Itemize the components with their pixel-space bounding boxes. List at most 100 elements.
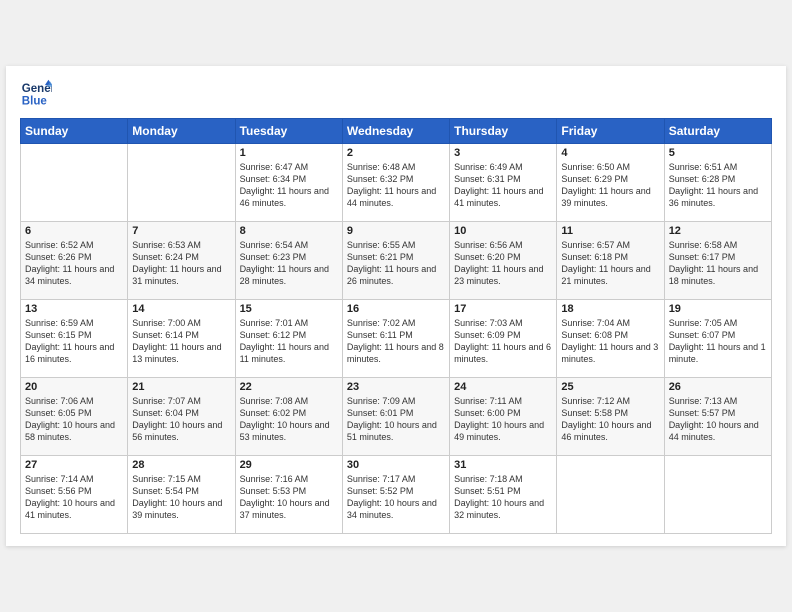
calendar-cell: 13 Sunrise: 6:59 AM Sunset: 6:15 PM Dayli… xyxy=(21,300,128,378)
calendar-cell: 24 Sunrise: 7:11 AM Sunset: 6:00 PM Dayli… xyxy=(450,378,557,456)
cell-content: Sunrise: 6:56 AM Sunset: 6:20 PM Dayligh… xyxy=(454,239,552,288)
cell-content: Sunrise: 7:08 AM Sunset: 6:02 PM Dayligh… xyxy=(240,395,338,444)
day-number: 5 xyxy=(669,147,767,159)
cell-content: Sunrise: 7:14 AM Sunset: 5:56 PM Dayligh… xyxy=(25,473,123,522)
day-number: 25 xyxy=(561,381,659,393)
calendar-cell: 6Sunrise: 6:52 AM Sunset: 6:26 PM Daylig… xyxy=(21,222,128,300)
calendar-cell: 8 Sunrise: 6:54 AM Sunset: 6:23 PM Daylig… xyxy=(235,222,342,300)
calendar-cell: 27 Sunrise: 7:14 AM Sunset: 5:56 PM Dayli… xyxy=(21,456,128,534)
calendar-cell: 7 Sunrise: 6:53 AM Sunset: 6:24 PM Daylig… xyxy=(128,222,235,300)
weekday-header-friday: Friday xyxy=(557,119,664,144)
calendar-cell: 25 Sunrise: 7:12 AM Sunset: 5:58 PM Dayli… xyxy=(557,378,664,456)
calendar-cell xyxy=(128,144,235,222)
calendar-cell: 28 Sunrise: 7:15 AM Sunset: 5:54 PM Dayli… xyxy=(128,456,235,534)
cell-content: Sunrise: 6:53 AM Sunset: 6:24 PM Dayligh… xyxy=(132,239,230,288)
day-number: 18 xyxy=(561,303,659,315)
cell-content: Sunrise: 6:47 AM Sunset: 6:34 PM Dayligh… xyxy=(240,161,338,210)
day-number: 27 xyxy=(25,459,123,471)
calendar-table: SundayMondayTuesdayWednesdayThursdayFrid… xyxy=(20,118,772,534)
day-number: 24 xyxy=(454,381,552,393)
calendar-cell: 9Sunrise: 6:55 AM Sunset: 6:21 PM Daylig… xyxy=(342,222,449,300)
day-number: 22 xyxy=(240,381,338,393)
cell-content: Sunrise: 6:59 AM Sunset: 6:15 PM Dayligh… xyxy=(25,317,123,366)
cell-content: Sunrise: 7:01 AM Sunset: 6:12 PM Dayligh… xyxy=(240,317,338,366)
weekday-header-sunday: Sunday xyxy=(21,119,128,144)
day-number: 13 xyxy=(25,303,123,315)
calendar-week-row: 13 Sunrise: 6:59 AM Sunset: 6:15 PM Dayli… xyxy=(21,300,772,378)
cell-content: Sunrise: 7:12 AM Sunset: 5:58 PM Dayligh… xyxy=(561,395,659,444)
weekday-header-wednesday: Wednesday xyxy=(342,119,449,144)
day-number: 30 xyxy=(347,459,445,471)
day-number: 1 xyxy=(240,147,338,159)
calendar-cell: 29Sunrise: 7:16 AM Sunset: 5:53 PM Dayli… xyxy=(235,456,342,534)
cell-content: Sunrise: 7:16 AM Sunset: 5:53 PM Dayligh… xyxy=(240,473,338,522)
day-number: 21 xyxy=(132,381,230,393)
day-number: 14 xyxy=(132,303,230,315)
calendar-cell: 30 Sunrise: 7:17 AM Sunset: 5:52 PM Dayli… xyxy=(342,456,449,534)
day-number: 9 xyxy=(347,225,445,237)
day-number: 26 xyxy=(669,381,767,393)
cell-content: Sunrise: 7:15 AM Sunset: 5:54 PM Dayligh… xyxy=(132,473,230,522)
day-number: 7 xyxy=(132,225,230,237)
weekday-header-row: SundayMondayTuesdayWednesdayThursdayFrid… xyxy=(21,119,772,144)
cell-content: Sunrise: 7:04 AM Sunset: 6:08 PM Dayligh… xyxy=(561,317,659,366)
cell-content: Sunrise: 7:17 AM Sunset: 5:52 PM Dayligh… xyxy=(347,473,445,522)
cell-content: Sunrise: 6:58 AM Sunset: 6:17 PM Dayligh… xyxy=(669,239,767,288)
cell-content: Sunrise: 7:18 AM Sunset: 5:51 PM Dayligh… xyxy=(454,473,552,522)
day-number: 3 xyxy=(454,147,552,159)
cell-content: Sunrise: 6:57 AM Sunset: 6:18 PM Dayligh… xyxy=(561,239,659,288)
day-number: 15 xyxy=(240,303,338,315)
cell-content: Sunrise: 7:00 AM Sunset: 6:14 PM Dayligh… xyxy=(132,317,230,366)
header: General Blue xyxy=(20,78,772,110)
calendar-cell: 2 Sunrise: 6:48 AM Sunset: 6:32 PM Daylig… xyxy=(342,144,449,222)
calendar-cell: 17 Sunrise: 7:03 AM Sunset: 6:09 PM Dayli… xyxy=(450,300,557,378)
day-number: 23 xyxy=(347,381,445,393)
day-number: 11 xyxy=(561,225,659,237)
calendar-cell: 12Sunrise: 6:58 AM Sunset: 6:17 PM Dayli… xyxy=(664,222,771,300)
cell-content: Sunrise: 6:54 AM Sunset: 6:23 PM Dayligh… xyxy=(240,239,338,288)
cell-content: Sunrise: 6:50 AM Sunset: 6:29 PM Dayligh… xyxy=(561,161,659,210)
cell-content: Sunrise: 6:52 AM Sunset: 6:26 PM Dayligh… xyxy=(25,239,123,288)
calendar-cell: 14 Sunrise: 7:00 AM Sunset: 6:14 PM Dayli… xyxy=(128,300,235,378)
svg-text:Blue: Blue xyxy=(22,96,48,108)
calendar-week-row: 20Sunrise: 7:06 AM Sunset: 6:05 PM Dayli… xyxy=(21,378,772,456)
cell-content: Sunrise: 7:11 AM Sunset: 6:00 PM Dayligh… xyxy=(454,395,552,444)
day-number: 28 xyxy=(132,459,230,471)
calendar-cell: 26 Sunrise: 7:13 AM Sunset: 5:57 PM Dayli… xyxy=(664,378,771,456)
calendar-cell: 20Sunrise: 7:06 AM Sunset: 6:05 PM Dayli… xyxy=(21,378,128,456)
day-number: 19 xyxy=(669,303,767,315)
weekday-header-thursday: Thursday xyxy=(450,119,557,144)
calendar-cell: 16 Sunrise: 7:02 AM Sunset: 6:11 PM Dayli… xyxy=(342,300,449,378)
calendar-container: General Blue SundayMondayTuesdayWednesda… xyxy=(6,66,786,546)
calendar-cell: 11 Sunrise: 6:57 AM Sunset: 6:18 PM Dayli… xyxy=(557,222,664,300)
day-number: 31 xyxy=(454,459,552,471)
calendar-cell: 10 Sunrise: 6:56 AM Sunset: 6:20 PM Dayli… xyxy=(450,222,557,300)
calendar-cell: 21Sunrise: 7:07 AM Sunset: 6:04 PM Dayli… xyxy=(128,378,235,456)
cell-content: Sunrise: 6:48 AM Sunset: 6:32 PM Dayligh… xyxy=(347,161,445,210)
calendar-cell xyxy=(557,456,664,534)
cell-content: Sunrise: 7:05 AM Sunset: 6:07 PM Dayligh… xyxy=(669,317,767,366)
day-number: 8 xyxy=(240,225,338,237)
calendar-week-row: 6Sunrise: 6:52 AM Sunset: 6:26 PM Daylig… xyxy=(21,222,772,300)
calendar-cell: 3 Sunrise: 6:49 AM Sunset: 6:31 PM Daylig… xyxy=(450,144,557,222)
cell-content: Sunrise: 7:02 AM Sunset: 6:11 PM Dayligh… xyxy=(347,317,445,366)
calendar-cell xyxy=(664,456,771,534)
cell-content: Sunrise: 7:06 AM Sunset: 6:05 PM Dayligh… xyxy=(25,395,123,444)
day-number: 17 xyxy=(454,303,552,315)
cell-content: Sunrise: 7:13 AM Sunset: 5:57 PM Dayligh… xyxy=(669,395,767,444)
cell-content: Sunrise: 6:51 AM Sunset: 6:28 PM Dayligh… xyxy=(669,161,767,210)
day-number: 4 xyxy=(561,147,659,159)
day-number: 10 xyxy=(454,225,552,237)
calendar-week-row: 27 Sunrise: 7:14 AM Sunset: 5:56 PM Dayli… xyxy=(21,456,772,534)
calendar-cell: 5 Sunrise: 6:51 AM Sunset: 6:28 PM Daylig… xyxy=(664,144,771,222)
cell-content: Sunrise: 7:03 AM Sunset: 6:09 PM Dayligh… xyxy=(454,317,552,366)
cell-content: Sunrise: 6:49 AM Sunset: 6:31 PM Dayligh… xyxy=(454,161,552,210)
logo: General Blue xyxy=(20,78,52,110)
day-number: 2 xyxy=(347,147,445,159)
weekday-header-tuesday: Tuesday xyxy=(235,119,342,144)
calendar-cell: 19 Sunrise: 7:05 AM Sunset: 6:07 PM Dayli… xyxy=(664,300,771,378)
logo-icon: General Blue xyxy=(20,78,52,110)
calendar-cell: 1 Sunrise: 6:47 AM Sunset: 6:34 PM Daylig… xyxy=(235,144,342,222)
day-number: 16 xyxy=(347,303,445,315)
calendar-cell: 4 Sunrise: 6:50 AM Sunset: 6:29 PM Daylig… xyxy=(557,144,664,222)
